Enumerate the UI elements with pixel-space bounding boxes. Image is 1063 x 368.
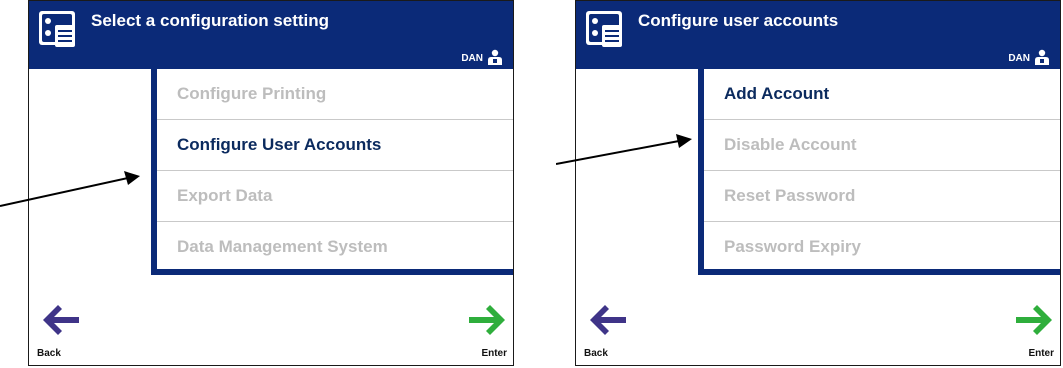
menu-item-reset-password[interactable]: Reset Password — [704, 171, 1060, 222]
menu-item-configure-user-accounts[interactable]: Configure User Accounts — [157, 120, 513, 171]
menu-item-disable-account[interactable]: Disable Account — [704, 120, 1060, 171]
enter-arrow-icon — [1016, 305, 1052, 335]
header-bar: Configure user accounts DAN — [576, 1, 1060, 69]
header-bar: Select a configuration setting DAN — [29, 1, 513, 69]
menu-item-password-expiry[interactable]: Password Expiry — [704, 222, 1060, 272]
settings-list-icon — [586, 11, 622, 47]
back-arrow-icon — [590, 305, 626, 335]
pointer-arrow-icon — [556, 134, 692, 165]
configure-user-accounts-screen: Configure user accounts DAN Add Account … — [575, 0, 1061, 366]
enter-label: Enter — [481, 348, 507, 359]
user-icon — [488, 49, 502, 65]
menu-list: Configure Printing Configure User Accoun… — [151, 69, 513, 275]
screen-title: Configure user accounts — [638, 11, 839, 30]
user-indicator: DAN — [1008, 47, 1050, 65]
enter-button[interactable]: Enter — [449, 301, 509, 361]
user-name: DAN — [1008, 53, 1030, 64]
menu-list: Add Account Disable Account Reset Passwo… — [698, 69, 1060, 275]
back-arrow-icon — [43, 305, 79, 335]
pointer-arrow-icon — [0, 171, 140, 207]
menu-item-configure-printing[interactable]: Configure Printing — [157, 69, 513, 120]
user-icon — [1035, 49, 1049, 65]
screen-title: Select a configuration setting — [91, 11, 330, 30]
enter-arrow-icon — [469, 305, 505, 335]
back-button[interactable]: Back — [35, 301, 95, 361]
enter-label: Enter — [1028, 348, 1054, 359]
menu-item-export-data[interactable]: Export Data — [157, 171, 513, 222]
back-button[interactable]: Back — [582, 301, 642, 361]
menu-item-data-management-system[interactable]: Data Management System — [157, 222, 513, 272]
back-label: Back — [584, 348, 608, 359]
back-label: Back — [37, 348, 61, 359]
user-name: DAN — [461, 53, 483, 64]
enter-button[interactable]: Enter — [996, 301, 1056, 361]
user-indicator: DAN — [461, 47, 503, 65]
menu-item-add-account[interactable]: Add Account — [704, 69, 1060, 120]
settings-list-icon — [39, 11, 75, 47]
